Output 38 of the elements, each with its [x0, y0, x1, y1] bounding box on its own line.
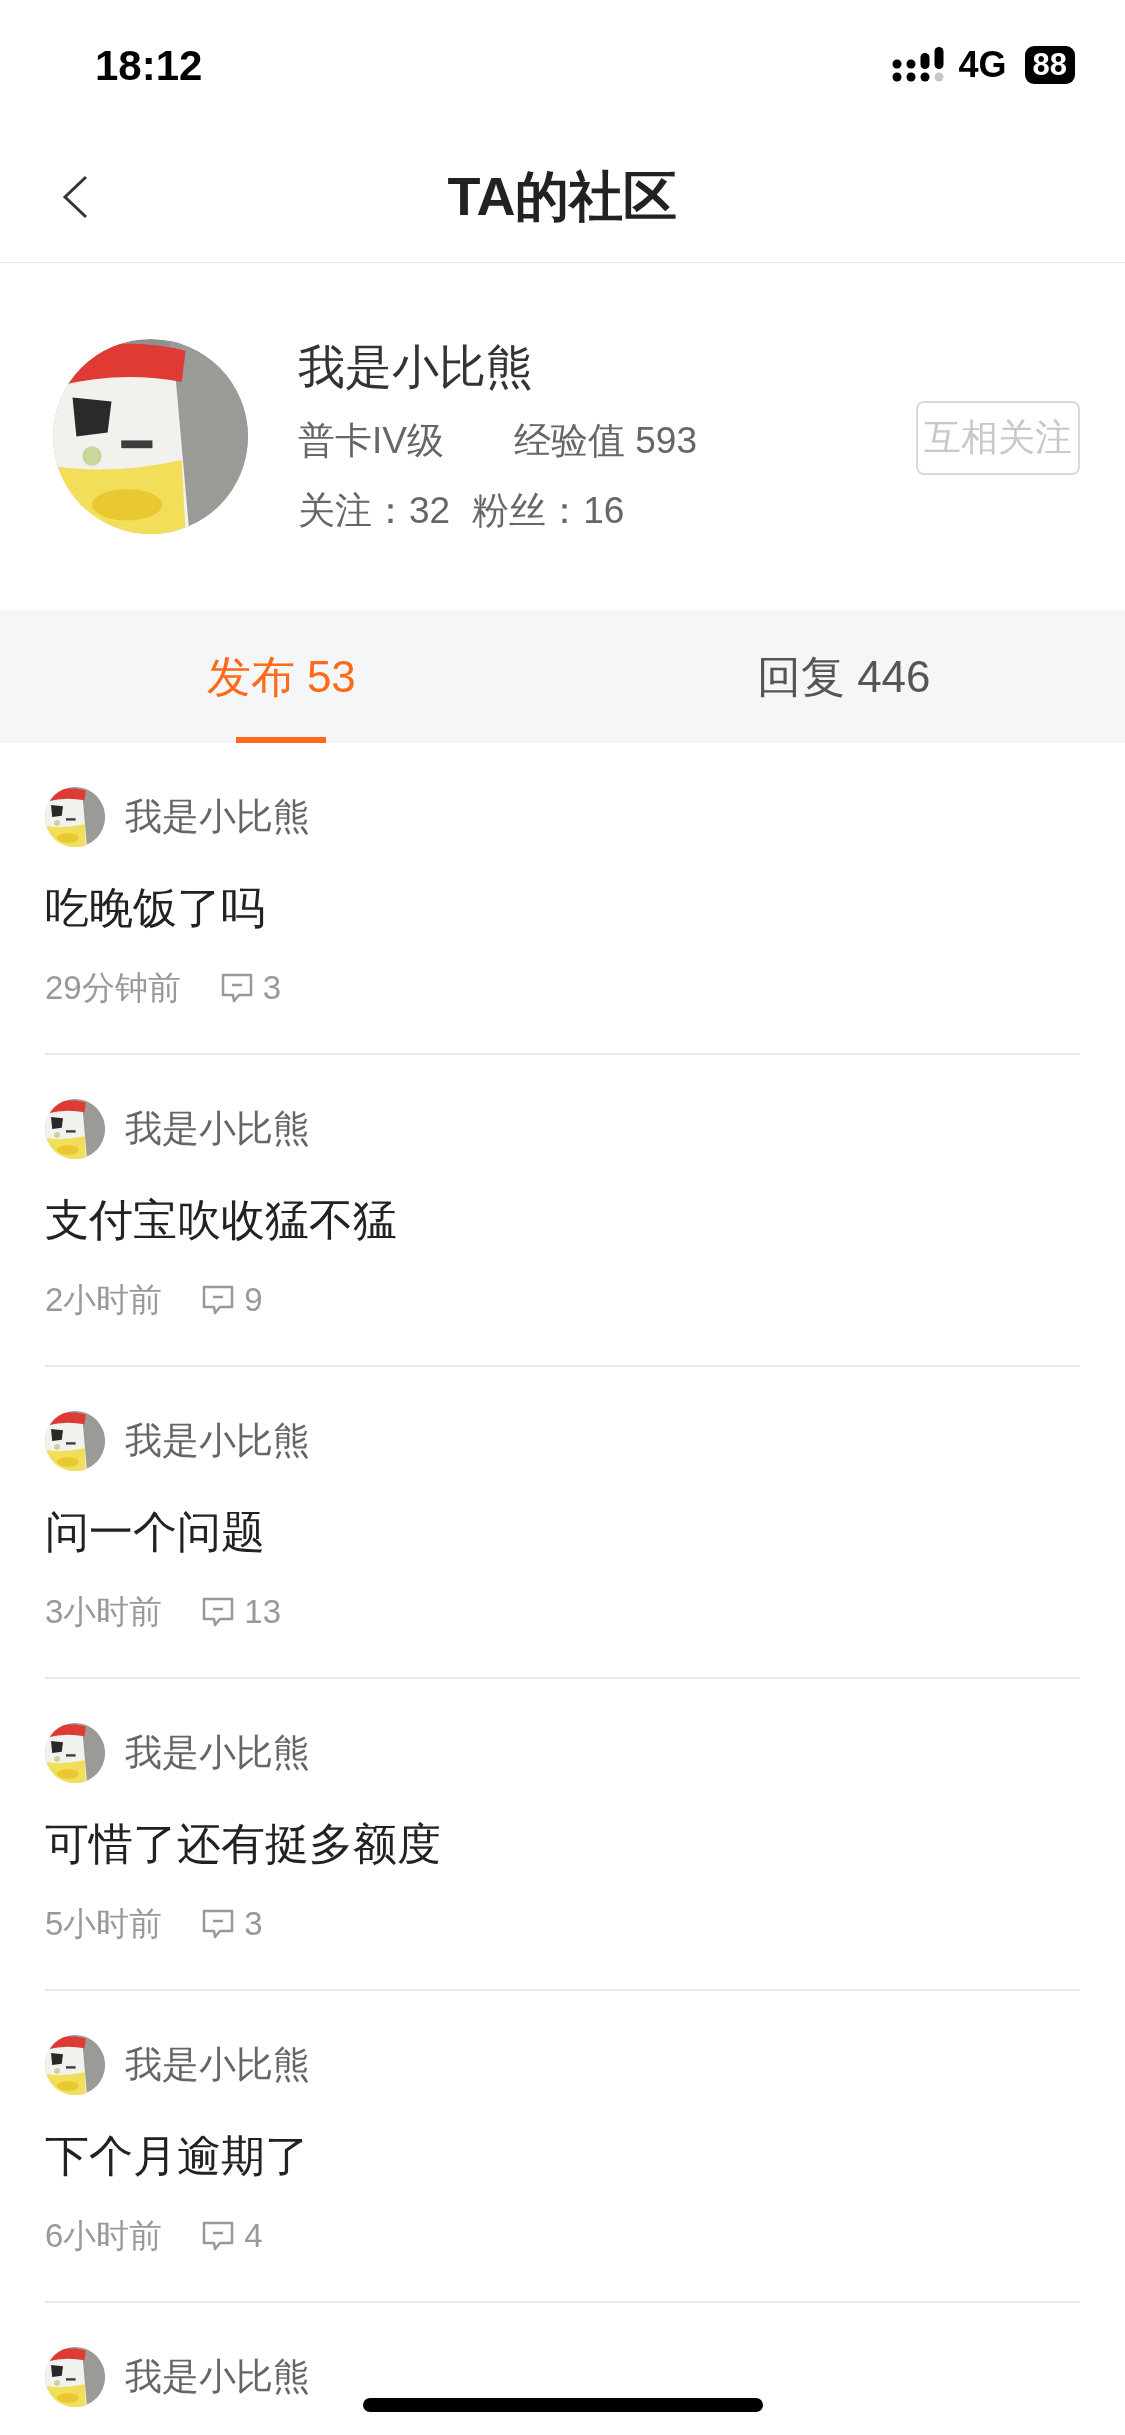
comment-icon: [202, 1596, 235, 1628]
status-time: 18:12: [95, 40, 203, 91]
member-level: 普卡IV级: [298, 418, 444, 463]
post-time: 3小时前: [45, 1592, 163, 1632]
author-name: 我是小比熊: [125, 2043, 310, 2087]
post-time: 29分钟前: [45, 968, 181, 1008]
post-time: 6小时前: [45, 2216, 163, 2256]
comment-count: 4: [244, 2216, 263, 2256]
comment-count: 3: [244, 1904, 263, 1944]
post-time: 2小时前: [45, 1280, 163, 1320]
author-name: 我是小比熊: [125, 1731, 310, 1775]
author-name: 我是小比熊: [125, 795, 310, 839]
author-name: 我是小比熊: [125, 1419, 310, 1463]
author-name: 我是小比熊: [125, 1107, 310, 1151]
comment-icon: [202, 2220, 235, 2252]
author-name: 我是小比熊: [125, 2355, 310, 2399]
comment-icon: [202, 1908, 235, 1940]
page-title: TA的社区: [447, 164, 678, 228]
network-label: 4G: [958, 43, 1007, 87]
user-name: 我是小比熊: [298, 338, 534, 395]
follower-count: 粉丝：16: [472, 488, 625, 533]
comment-count: 9: [244, 1280, 263, 1320]
post-title[interactable]: 下个月逾期了: [45, 2126, 309, 2186]
comment-icon: [220, 972, 253, 1004]
post-title[interactable]: 支付宝吹收猛不猛: [45, 1190, 397, 1250]
post-time: 5小时前: [45, 1904, 163, 1944]
post-title[interactable]: 吃晚饭了吗: [45, 878, 265, 938]
signal-icon: [892, 47, 947, 83]
battery-icon: 88: [1024, 46, 1075, 84]
following-count: 关注：32: [298, 488, 451, 533]
post-title[interactable]: 问一个问题: [45, 1502, 265, 1562]
back-icon[interactable]: [60, 175, 90, 219]
post-title[interactable]: 可惜了还有挺多额度: [45, 1814, 441, 1874]
comment-count: 3: [262, 968, 282, 1008]
comment-count: 13: [244, 1592, 282, 1632]
tab[interactable]: 回复 446: [562, 610, 1125, 743]
experience-points: 经验值 593: [513, 418, 697, 463]
comment-icon: [202, 1284, 235, 1316]
